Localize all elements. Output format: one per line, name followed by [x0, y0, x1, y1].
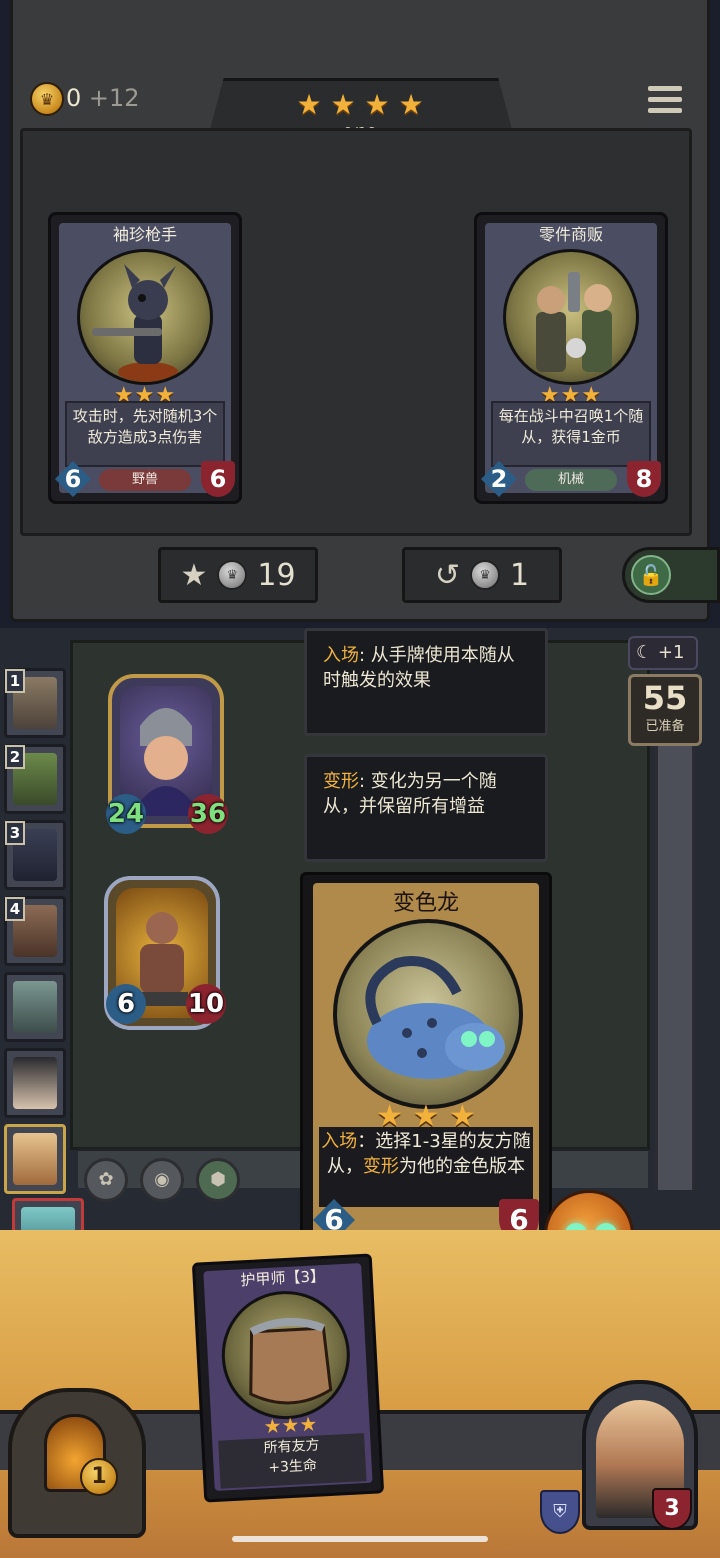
gold-counter: 0 +12 [66, 84, 140, 112]
board-minion-2[interactable]: 6 10 [104, 876, 226, 1030]
home-indicator[interactable] [232, 1536, 488, 1542]
card-name: 零件商贩 [538, 225, 603, 244]
roster-slot-6[interactable] [4, 1048, 66, 1118]
nut-slot-icon[interactable]: ⬢ [196, 1158, 240, 1202]
desc-text-2: 为他的金色版本 [399, 1156, 525, 1177]
roster-slot-4[interactable]: 4 [4, 896, 66, 966]
upgrade-cost: 19 [257, 557, 296, 593]
minion-health: 36 [188, 794, 228, 834]
shop-card-parts-dealer[interactable]: 零件商贩 ★★★ 每在战斗中召唤1个随从，获得1金币 机械 2 8 [474, 212, 668, 504]
card-description: 所有友方 +3生命 [218, 1433, 367, 1489]
flower-slot-icon[interactable]: ✿ [84, 1158, 128, 1202]
star-up-icon: ★ [180, 557, 208, 593]
card-name: 袖珍枪手 [112, 225, 177, 244]
dealer-art-icon [536, 272, 612, 372]
refresh-cost: 1 [510, 557, 530, 593]
moon-bonus-value: +1 [657, 642, 685, 663]
hand-card-armorer[interactable]: 护甲师【3】 ★★★ 所有友方 +3生命 [191, 1253, 385, 1503]
gold-income: +12 [88, 84, 140, 112]
roster-rank: 1 [5, 669, 25, 693]
card-health: 8 [627, 461, 661, 497]
card-health: 6 [201, 461, 235, 497]
lock-icon: 🔓 [631, 555, 671, 595]
card-portrait [333, 919, 523, 1109]
desc-keyword-battlecry: 入场 [321, 1131, 358, 1152]
roster-slot-2[interactable]: 2 [4, 744, 66, 814]
tooltip-battlecry: 入场: 从手牌使用本随从时触发的效果 [304, 628, 548, 736]
upgrade-tavern-button[interactable]: ★ ♛ 19 [158, 547, 318, 603]
card-description: 攻击时，先对随机3个敌方造成3点伤害 [65, 401, 225, 467]
minion-attack: 6 [106, 984, 146, 1024]
roster-rank: 2 [5, 745, 25, 769]
card-tribe: 野兽 [99, 469, 191, 491]
refresh-shop-button[interactable]: ↺ ♛ 1 [402, 547, 562, 603]
roster-rank: 4 [5, 897, 25, 921]
minion-attack: 24 [106, 794, 146, 834]
roster-slot-1[interactable]: 1 [4, 668, 66, 738]
desc-keyword-transform: 变形 [363, 1156, 399, 1177]
roster-slot-5[interactable] [4, 972, 66, 1042]
chameleon-art-icon [365, 956, 505, 1079]
coin-slot-icon[interactable]: ◉ [140, 1158, 184, 1202]
roster-rank: 3 [5, 821, 25, 845]
shield-icon[interactable]: ⛨ [540, 1490, 580, 1534]
roster-slot-7[interactable] [4, 1124, 66, 1194]
card-description: 每在战斗中召唤1个随从，获得1金币 [491, 401, 651, 467]
ready-label: 已准备 [645, 719, 685, 734]
tavern-tier-badge: 1 [80, 1458, 118, 1496]
card-name: 变色龙 [392, 891, 459, 916]
silver-coin-icon: ♛ [217, 560, 248, 590]
refresh-icon: ↺ [434, 557, 461, 593]
gunner-art-icon [92, 264, 178, 382]
tooltip-transform: 变形: 变化为另一个随从，并保留所有增益 [304, 754, 548, 862]
ready-counter: 55 已准备 [628, 674, 702, 746]
tooltip-keyword: 变形 [323, 771, 359, 792]
crown-coin-icon: ♛ [30, 82, 64, 116]
lock-shop-button[interactable]: 🔓 [622, 547, 720, 603]
menu-icon[interactable] [648, 86, 682, 116]
moon-bonus: ☾ +1 [628, 636, 698, 670]
silver-coin-icon: ♛ [470, 560, 501, 590]
card-tribe: 机械 [525, 469, 617, 491]
card-portrait [77, 249, 213, 385]
roster-slot-3[interactable]: 3 [4, 820, 66, 890]
board-minion-1[interactable]: 24 36 [106, 674, 228, 834]
tavern-tier-frame[interactable] [8, 1388, 146, 1538]
card-portrait [503, 249, 639, 385]
shop-card-pocket-gunner[interactable]: 袖珍枪手 ★★★ 攻击时，先对随机3个敌方造成3点伤害 野兽 6 6 [48, 212, 242, 504]
tooltip-keyword: 入场 [323, 645, 359, 666]
tavern-stars: ★ ★ ★ ★ [296, 88, 424, 121]
minion-health: 10 [186, 984, 226, 1024]
ready-count: 55 [642, 679, 688, 717]
hero-health: 3 [652, 1488, 692, 1530]
card-description: 入场：选择1-3星的友方随从，变形为他的金色版本 [319, 1127, 533, 1207]
focused-card-chameleon[interactable]: 变色龙 ★ ★ ★ 入场：选择1-3星的友方随从，变形为他的金色版本 6 6 [300, 872, 552, 1250]
board-pillar [655, 740, 695, 1190]
gold-amount: 0 [66, 84, 82, 112]
